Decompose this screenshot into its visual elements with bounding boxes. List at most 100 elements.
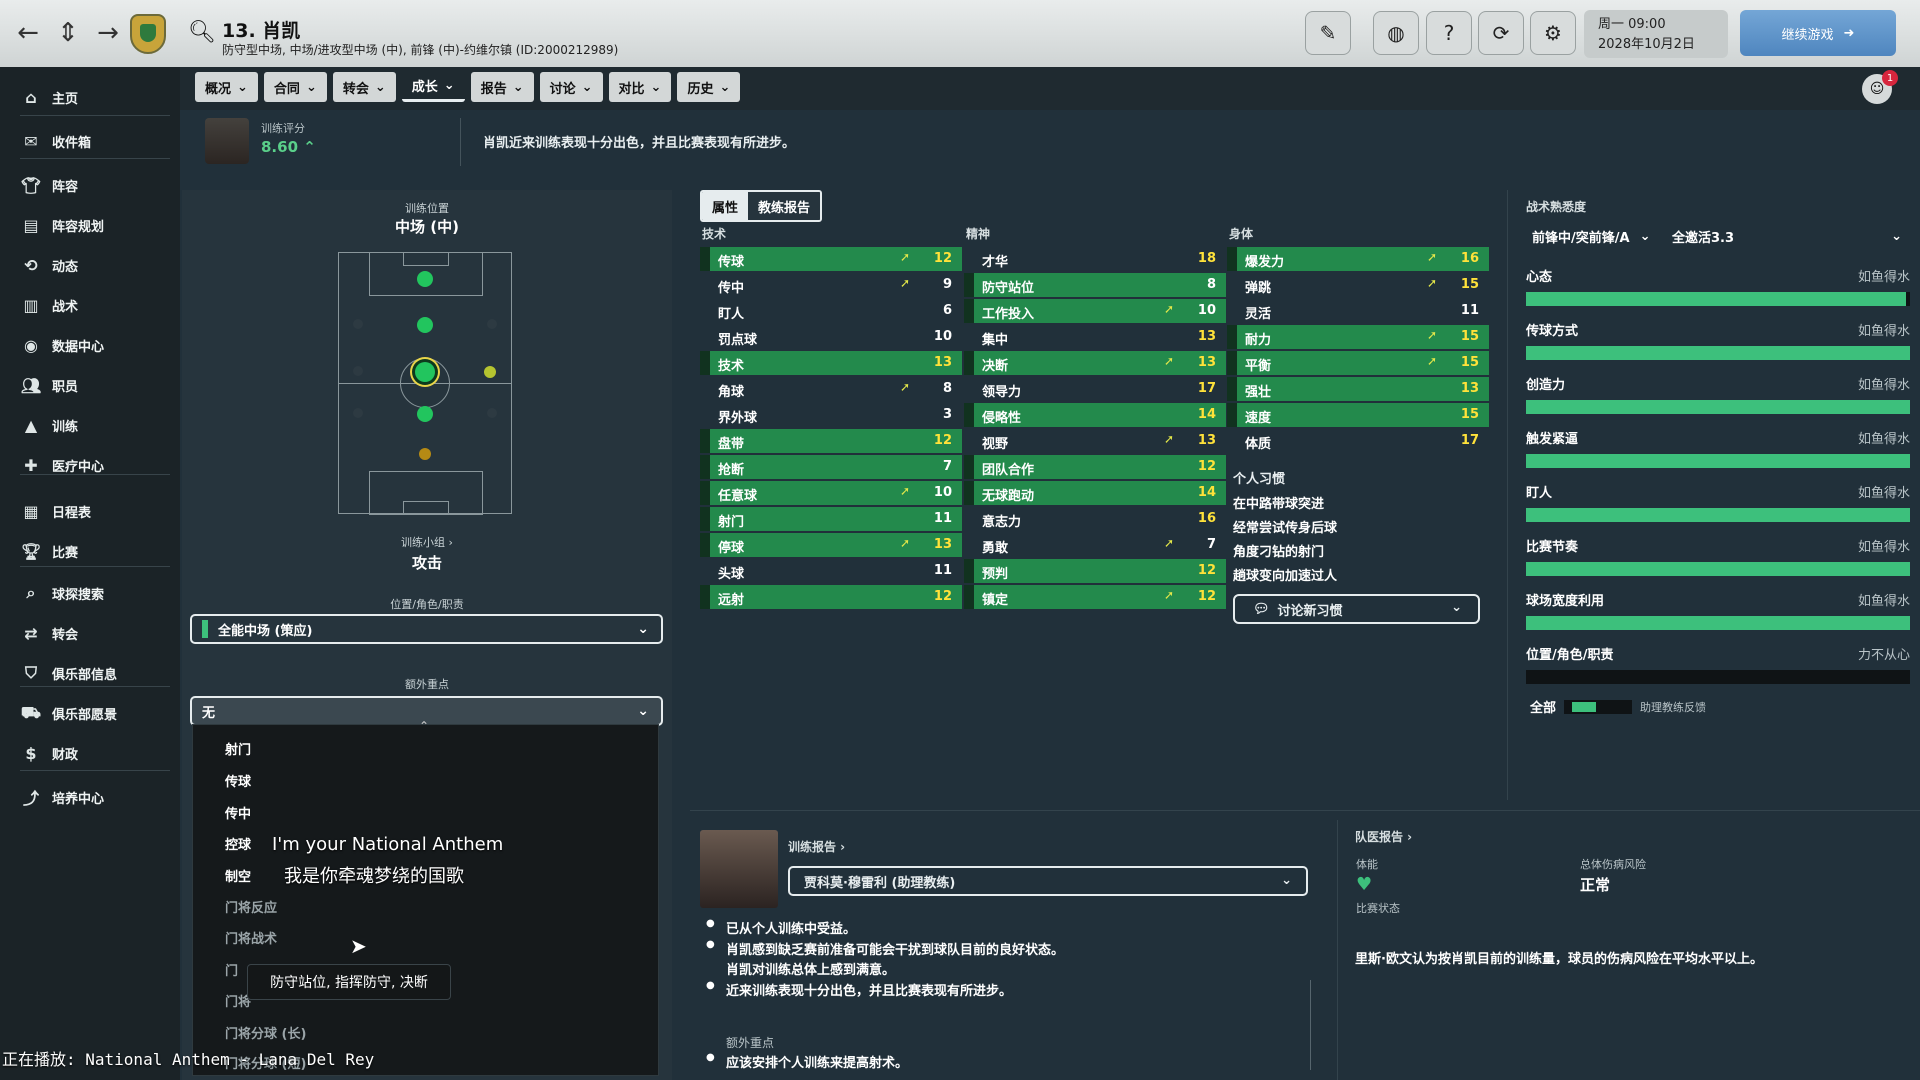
attribute-row[interactable]: 盯人 6	[700, 299, 962, 323]
dropdown-option[interactable]: 门将战术	[225, 928, 277, 947]
attribute-row[interactable]: 速度 15	[1227, 403, 1489, 427]
subtab[interactable]: 报告 ⌄	[470, 72, 534, 102]
coach-select[interactable]: 贾科莫·穆雷利 (助理教练) ⌄	[788, 866, 1308, 896]
position-dot-empty[interactable]	[353, 319, 363, 329]
sidebar-item[interactable]: ▲ 训练	[0, 408, 170, 442]
sidebar-item[interactable]: ⟲ 动态	[0, 248, 170, 282]
attribute-row[interactable]: 射门 11	[700, 507, 962, 531]
attribute-row[interactable]: 集中 13	[964, 325, 1226, 349]
attribute-row[interactable]: 界外球 3	[700, 403, 962, 427]
subtab[interactable]: 转会 ⌄	[332, 72, 396, 102]
attribute-row[interactable]: 工作投入 10 ➚	[964, 299, 1226, 323]
sidebar-item[interactable]: ▤ 阵容规划	[0, 208, 170, 242]
role-select[interactable]: 全能中场 (策应) ⌄	[190, 614, 663, 644]
edit-button[interactable]: ✎	[1305, 11, 1351, 55]
position-dot[interactable]	[417, 317, 433, 333]
continue-button[interactable]: 继续游戏 ➜	[1740, 10, 1896, 56]
refresh-button[interactable]: ⟳	[1478, 11, 1524, 55]
club-crest-icon[interactable]	[130, 14, 166, 54]
sidebar-item[interactable]: 👥︎ 职员	[0, 368, 170, 402]
position-dot-empty[interactable]	[487, 319, 497, 329]
subtab[interactable]: 历史 ⌄	[677, 72, 741, 102]
sidebar-item[interactable]: ⌂ 主页	[0, 80, 170, 114]
sidebar-item[interactable]: ▦ 日程表	[0, 494, 170, 528]
dropdown-option[interactable]: 门将反应	[225, 897, 277, 916]
help-button[interactable]: ?	[1426, 11, 1472, 55]
world-button[interactable]: ◍	[1373, 11, 1419, 55]
tab-attributes[interactable]: 属性	[702, 192, 749, 220]
attribute-row[interactable]: 意志力 16	[964, 507, 1226, 531]
dropdown-option[interactable]: 控球	[225, 834, 251, 853]
attribute-row[interactable]: 灵活 11	[1227, 299, 1489, 323]
sidebar-item[interactable]: ▥ 战术	[0, 288, 170, 322]
position-dot[interactable]	[417, 271, 433, 287]
chevron-up-icon[interactable]: ⌃	[419, 719, 429, 733]
tab-coach-report[interactable]: 教练报告	[748, 192, 821, 220]
attribute-row[interactable]: 技术 13	[700, 351, 962, 375]
sidebar-item[interactable]: 👕︎ 阵容	[0, 168, 170, 202]
dropdown-option[interactable]: 门将分球 (长)	[225, 1023, 306, 1042]
attribute-row[interactable]: 耐力 15 ➚	[1227, 325, 1489, 349]
tactical-plan-select[interactable]: 全邀活3.3 ⌄	[1666, 222, 1910, 250]
sidebar-item[interactable]: ⤴ 培养中心	[0, 780, 170, 814]
dropdown-option[interactable]: 传球	[225, 771, 251, 790]
sidebar-item[interactable]: $ 财政	[0, 736, 170, 770]
attribute-row[interactable]: 无球跑动 14	[964, 481, 1226, 505]
dropdown-option[interactable]: 传中	[225, 803, 251, 822]
position-dot[interactable]	[484, 366, 496, 378]
attribute-row[interactable]: 强壮 13	[1227, 377, 1489, 401]
dropdown-option[interactable]: 射门	[225, 739, 251, 758]
medical-report-link[interactable]: 队医报告 ›	[1355, 828, 1412, 845]
position-dot[interactable]	[419, 448, 431, 460]
attribute-row[interactable]: 领导力 17	[964, 377, 1226, 401]
up-down-arrow-icon[interactable]: ⇕	[54, 18, 82, 48]
subtab[interactable]: 讨论 ⌄	[539, 72, 603, 102]
attribute-row[interactable]: 停球 13 ➚	[700, 533, 962, 557]
dropdown-option[interactable]: 制空	[225, 866, 251, 885]
attribute-row[interactable]: 防守站位 8	[964, 273, 1226, 297]
dropdown-option[interactable]: 门	[225, 960, 238, 979]
sidebar-item[interactable]: ⛟ 俱乐部愿景	[0, 696, 170, 730]
position-dot-empty[interactable]	[353, 408, 363, 418]
attribute-row[interactable]: 远射 12	[700, 585, 962, 609]
search-icon[interactable]: 🔍︎	[188, 20, 216, 45]
attribute-row[interactable]: 预判 12	[964, 559, 1226, 583]
tactical-role-select[interactable]: 前锋中/突前锋/A ⌄	[1526, 222, 1660, 250]
training-group-label[interactable]: 训练小组 ›	[182, 534, 672, 550]
position-dot-empty[interactable]	[353, 366, 363, 376]
subtab[interactable]: 成长 ⌄	[401, 72, 465, 102]
position-dot[interactable]	[417, 406, 433, 422]
attribute-row[interactable]: 勇敢 7 ➚	[964, 533, 1226, 557]
subtab[interactable]: 对比 ⌄	[608, 72, 672, 102]
attribute-row[interactable]: 体质 17	[1227, 429, 1489, 453]
sidebar-item[interactable]: 🏆︎ 比赛	[0, 534, 170, 568]
attribute-row[interactable]: 侵略性 14	[964, 403, 1226, 427]
position-dot-selected[interactable]	[415, 362, 435, 382]
attribute-row[interactable]: 平衡 15 ➚	[1227, 351, 1489, 375]
discuss-habits-button[interactable]: 💬︎ 讨论新习惯 ⌄	[1233, 594, 1480, 624]
attribute-row[interactable]: 传中 9 ➚	[700, 273, 962, 297]
attribute-row[interactable]: 角球 8 ➚	[700, 377, 962, 401]
attribute-row[interactable]: 罚点球 10	[700, 325, 962, 349]
attribute-row[interactable]: 镇定 12 ➚	[964, 585, 1226, 609]
attribute-row[interactable]: 传球 12 ➚	[700, 247, 962, 271]
training-report-link[interactable]: 训练报告 ›	[788, 838, 845, 855]
sidebar-item[interactable]: ⛉ 俱乐部信息	[0, 656, 170, 690]
forward-arrow-icon[interactable]: →	[94, 18, 122, 48]
subtab[interactable]: 合同 ⌄	[263, 72, 327, 102]
attribute-row[interactable]: 才华 18	[964, 247, 1226, 271]
position-dot-empty[interactable]	[487, 408, 497, 418]
attribute-row[interactable]: 团队合作 12	[964, 455, 1226, 479]
subtab[interactable]: 概况 ⌄	[195, 72, 258, 102]
attribute-row[interactable]: 任意球 10 ➚	[700, 481, 962, 505]
sidebar-item[interactable]: ⌕ 球探搜索	[0, 576, 170, 610]
back-arrow-icon[interactable]: ←	[14, 18, 42, 48]
sidebar-item[interactable]: ◉ 数据中心	[0, 328, 170, 362]
attribute-row[interactable]: 弹跳 15 ➚	[1227, 273, 1489, 297]
attribute-row[interactable]: 决断 13 ➚	[964, 351, 1226, 375]
attribute-row[interactable]: 盘带 12	[700, 429, 962, 453]
sidebar-item[interactable]: ✚ 医疗中心	[0, 448, 170, 482]
sidebar-item[interactable]: ✉ 收件箱	[0, 124, 170, 158]
attribute-row[interactable]: 爆发力 16 ➚	[1227, 247, 1489, 271]
attribute-row[interactable]: 抢断 7	[700, 455, 962, 479]
